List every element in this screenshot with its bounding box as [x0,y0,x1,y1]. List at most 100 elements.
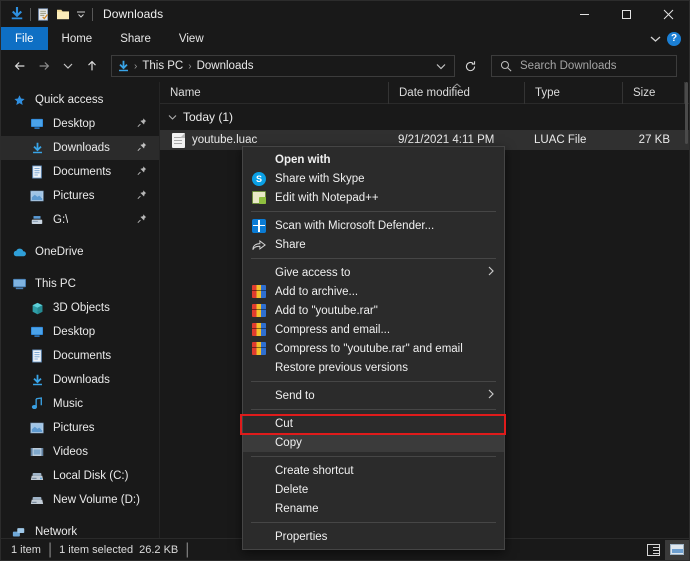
sidebar-item-desktop[interactable]: Desktop [1,112,159,136]
menu-item-restore-previous-versions[interactable]: Restore previous versions [243,358,504,377]
sidebar-item-videos[interactable]: Videos [1,440,159,464]
tab-view[interactable]: View [165,27,218,50]
sidebar-item-g-drive[interactable]: G:\ [1,208,159,232]
sidebar-item-desktop-pc[interactable]: Desktop [1,320,159,344]
toolbar-divider [30,8,31,21]
file-name: youtube.luac [192,134,257,146]
sidebar-item-onedrive[interactable]: OneDrive [1,240,159,264]
sidebar-item-network[interactable]: Network [1,520,159,538]
refresh-button[interactable] [459,55,481,77]
menu-separator [251,258,496,259]
menu-item-compress-to-youtube-rar-and-email[interactable]: Compress to "youtube.rar" and email [243,339,504,358]
group-header-today[interactable]: Today (1) [160,104,689,130]
address-chevron-icon[interactable] [432,57,450,75]
tab-home[interactable]: Home [48,27,107,50]
sidebar-label: Music [53,398,83,410]
documents-icon [29,348,45,364]
menu-item-send-to[interactable]: Send to [243,386,504,405]
menu-label: Send to [275,390,315,402]
new-folder-icon[interactable] [56,8,70,20]
menu-item-delete[interactable]: Delete [243,480,504,499]
sidebar-label: Local Disk (C:) [53,470,128,482]
menu-item-add-to-archive[interactable]: Add to archive... [243,282,504,301]
notepadpp-icon [251,190,267,206]
menu-item-cut[interactable]: Cut [243,414,504,433]
properties-icon[interactable] [37,8,50,21]
menu-item-open-with[interactable]: Open with [243,150,504,169]
menu-item-scan-with-defender[interactable]: Scan with Microsoft Defender... [243,216,504,235]
generic-file-icon [172,133,185,148]
sidebar-item-local-disk-c[interactable]: Local Disk (C:) [1,464,159,488]
view-toggle-group [641,539,689,561]
chevron-down-icon[interactable] [168,112,177,122]
menu-item-share-with-skype[interactable]: S Share with Skype [243,169,504,188]
sidebar-item-documents-pc[interactable]: Documents [1,344,159,368]
pin-icon[interactable] [137,142,147,155]
column-header-date-modified[interactable]: Date modified [388,82,524,104]
pictures-icon [29,420,45,436]
column-header-name[interactable]: Name [160,82,388,104]
sidebar-item-new-volume-d[interactable]: New Volume (D:) [1,488,159,512]
defender-icon [251,218,267,234]
sidebar-item-3d-objects[interactable]: 3D Objects [1,296,159,320]
sidebar-item-quick-access[interactable]: Quick access [1,88,159,112]
cloud-icon [11,244,27,260]
sidebar-item-pictures-pc[interactable]: Pictures [1,416,159,440]
close-button[interactable] [647,1,689,27]
back-button[interactable] [9,55,31,77]
menu-label: Add to "youtube.rar" [275,305,378,317]
breadcrumb-downloads[interactable]: Downloads [193,60,258,72]
menu-label: Share with Skype [275,173,365,185]
computer-icon [11,276,27,292]
menu-item-properties[interactable]: Properties [243,527,504,546]
column-header-type[interactable]: Type [524,82,622,104]
up-button[interactable] [81,55,103,77]
menu-label: Scan with Microsoft Defender... [275,220,434,232]
menu-item-give-access-to[interactable]: Give access to [243,263,504,282]
column-header-size[interactable]: Size [622,82,684,104]
customize-chevron-icon[interactable] [76,9,86,19]
menu-label: Share [275,239,306,251]
large-icons-view-button[interactable] [665,540,689,560]
vertical-scrollbar[interactable] [685,82,688,144]
pin-icon[interactable] [137,118,147,131]
sidebar-item-downloads-pc[interactable]: Downloads [1,368,159,392]
recent-locations-button[interactable] [57,55,79,77]
help-icon[interactable]: ? [667,32,681,46]
search-box[interactable]: Search Downloads [491,55,677,77]
tab-share[interactable]: Share [106,27,165,50]
pin-icon[interactable] [137,166,147,179]
pin-icon[interactable] [137,190,147,203]
menu-item-share[interactable]: Share [243,235,504,254]
menu-item-edit-with-notepadpp[interactable]: Edit with Notepad++ [243,188,504,207]
menu-item-add-to-youtube-rar[interactable]: Add to "youtube.rar" [243,301,504,320]
sidebar-item-downloads[interactable]: Downloads [1,136,159,160]
minimize-button[interactable] [563,1,605,27]
chevron-right-icon [488,389,494,402]
sidebar-label: Documents [53,166,111,178]
pin-icon[interactable] [137,214,147,227]
sidebar-item-pictures[interactable]: Pictures [1,184,159,208]
menu-item-copy[interactable]: Copy [243,433,504,452]
menu-label: Add to archive... [275,286,358,298]
sidebar-item-music[interactable]: Music [1,392,159,416]
sidebar-item-documents[interactable]: Documents [1,160,159,184]
maximize-button[interactable] [605,1,647,27]
search-input[interactable]: Search Downloads [520,60,617,72]
tab-file[interactable]: File [1,27,48,50]
sidebar-gap-3 [1,512,159,520]
forward-button[interactable] [33,55,55,77]
breadcrumb-this-pc[interactable]: This PC [138,60,187,72]
chevron-down-icon[interactable] [650,35,661,43]
menu-item-rename[interactable]: Rename [243,499,504,518]
menu-item-compress-and-email[interactable]: Compress and email... [243,320,504,339]
details-view-button[interactable] [641,540,665,560]
skype-icon: S [251,171,267,187]
ribbon-right-controls: ? [650,27,685,50]
address-bar[interactable]: › This PC › Downloads [111,55,455,77]
menu-item-create-shortcut[interactable]: Create shortcut [243,461,504,480]
file-size-cell: 27 KB [622,134,684,146]
sidebar-label: This PC [35,278,76,290]
download-arrow-icon[interactable] [10,7,24,21]
sidebar-item-this-pc[interactable]: This PC [1,272,159,296]
